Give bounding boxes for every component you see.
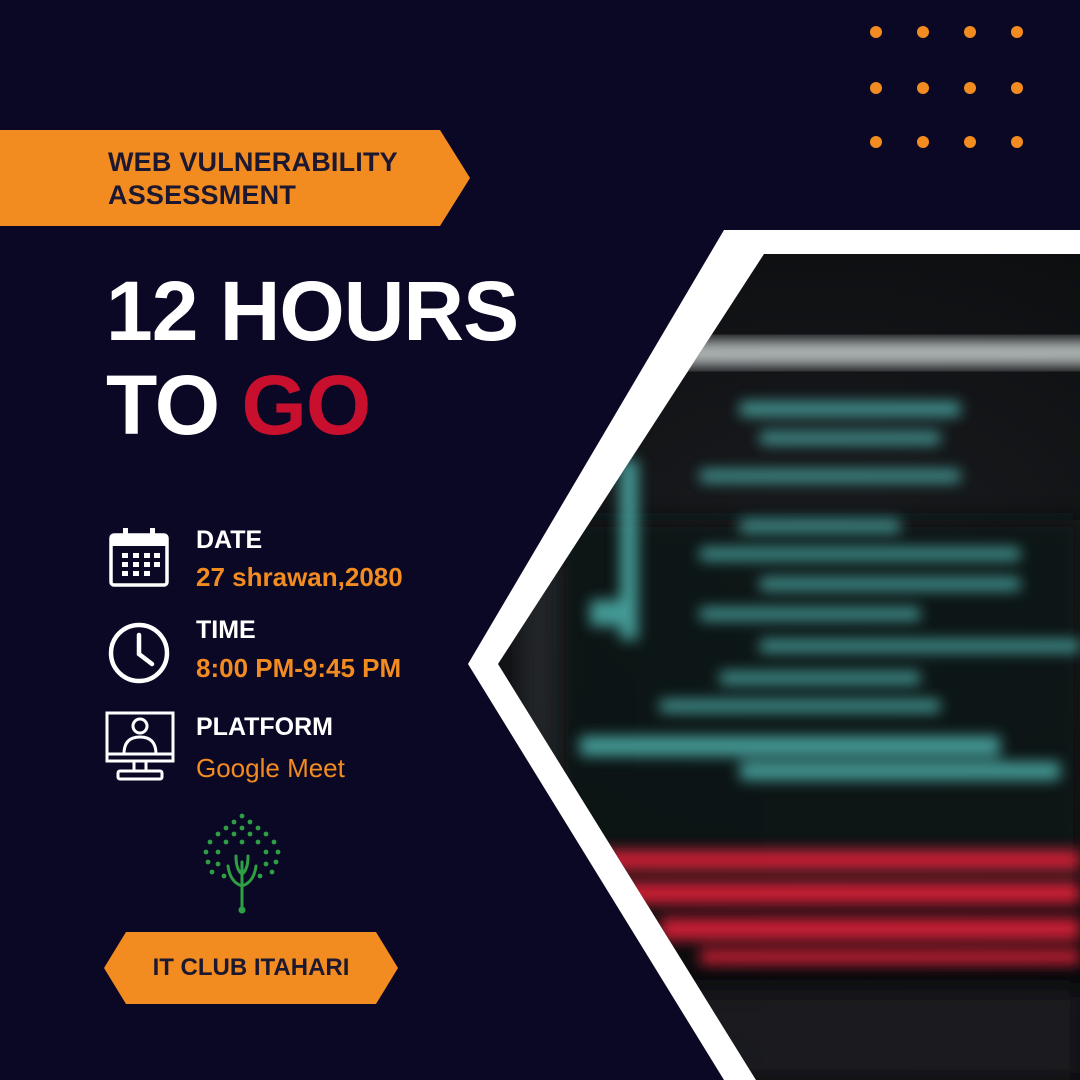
tree-circuit-logo: [203, 813, 281, 914]
time-value: 8:00 PM-9:45 PM: [196, 653, 402, 683]
event-topic-line1: WEB VULNERABILITY: [108, 147, 398, 177]
platform-value: Google Meet: [196, 753, 345, 783]
event-topic-line2: ASSESSMENT: [108, 180, 297, 210]
computer-user-icon: [105, 711, 175, 781]
headline-go: GO: [241, 358, 371, 452]
date-label: DATE: [196, 526, 263, 554]
time-label: TIME: [196, 616, 256, 644]
headline-line2: TO GO: [106, 358, 518, 452]
headline-to: TO: [106, 358, 220, 452]
headline-line1: 12 HOURS: [106, 264, 519, 358]
event-topic: WEB VULNERABILITY ASSESSMENT: [108, 146, 448, 212]
date-value: 27 shrawan,2080: [196, 562, 403, 592]
clock-icon: [108, 622, 170, 684]
countdown-headline: 12 HOURS TO GO: [106, 264, 519, 452]
calendar-icon: [109, 528, 169, 587]
event-poster: WEB VULNERABILITY ASSESSMENT 12 HOURS TO…: [0, 0, 1080, 1080]
decorative-dot-grid: [870, 26, 1030, 150]
platform-label: PLATFORM: [196, 713, 334, 741]
organizer-name: IT CLUB ITAHARI: [152, 954, 350, 981]
